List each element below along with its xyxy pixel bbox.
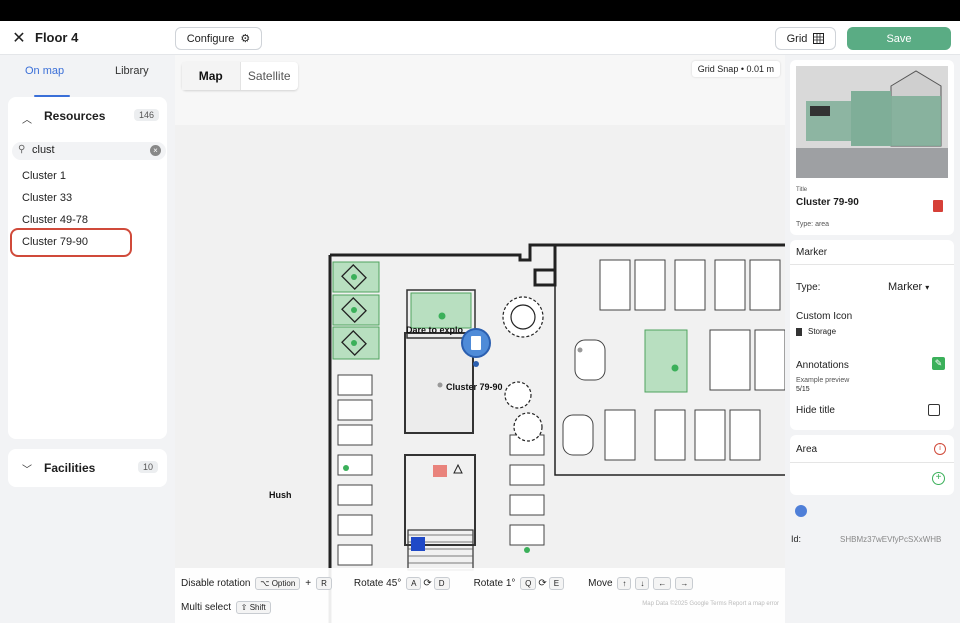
shortcut-move: Move xyxy=(588,578,613,589)
annotations-label: Annotations xyxy=(796,360,849,371)
configure-button[interactable]: Configure ⚙ xyxy=(175,27,262,50)
search-input[interactable]: ⚲ clust × xyxy=(12,142,166,160)
chevron-down-icon[interactable]: ﹀ xyxy=(22,461,32,476)
hide-title-label: Hide title xyxy=(796,405,835,416)
panel-tabs: On map Library xyxy=(8,65,168,97)
grid-snap-indicator[interactable]: Grid Snap • 0.01 m xyxy=(691,61,780,77)
arrow-down-icon: ↓ xyxy=(635,577,650,590)
arrow-left-icon: ← xyxy=(653,577,672,590)
title-label: Title xyxy=(796,187,808,193)
tab-on-map[interactable]: On map xyxy=(25,65,64,77)
close-icon[interactable]: ✕ xyxy=(10,30,28,48)
shortcut-multi-select: Multi select xyxy=(181,602,232,613)
toggle-map[interactable]: Map xyxy=(182,62,241,90)
save-button[interactable]: Save xyxy=(847,27,951,50)
custom-icon-label: Custom Icon xyxy=(796,311,853,322)
top-black-bar xyxy=(0,0,960,21)
arrow-right-icon: → xyxy=(675,577,694,590)
header-bar: ✕ Floor 4 Configure ⚙ Grid Save xyxy=(0,21,960,55)
info-icon[interactable]: i xyxy=(934,443,946,455)
id-value: SHBMz37wEVfyPcSXxWHB xyxy=(840,535,942,544)
floorplan-drawing xyxy=(175,125,785,623)
search-icon: ⚲ xyxy=(18,144,26,155)
add-icon[interactable]: + xyxy=(932,472,945,485)
shortcut-disable-rotation: Disable rotation xyxy=(181,578,251,589)
key-q: Q xyxy=(520,577,537,590)
rotate-icon: ⟳ xyxy=(423,578,432,589)
edit-icon[interactable]: ✎ xyxy=(932,357,945,370)
grid-label: Grid xyxy=(786,32,808,45)
grid-icon xyxy=(813,33,825,44)
map-label-hush[interactable]: Hush xyxy=(269,490,292,500)
shortcut-bar: Disable rotation ⌥ Option + R Rotate 45°… xyxy=(175,568,785,623)
shortcut-rotate1: Rotate 1° xyxy=(473,578,516,589)
id-label: Id: xyxy=(791,534,802,544)
chevron-up-icon[interactable]: ︿ xyxy=(22,111,32,126)
clear-search-icon[interactable]: × xyxy=(150,145,161,156)
key-a: A xyxy=(406,577,422,590)
rotate-small-icon: ⟳ xyxy=(538,578,547,589)
type-line: Type: area xyxy=(796,221,830,228)
bug-icon[interactable] xyxy=(795,505,807,517)
resource-photo xyxy=(796,66,948,178)
facilities-title[interactable]: Facilities xyxy=(44,461,95,475)
example-preview-label: Example preview xyxy=(796,377,850,384)
key-shift: ⇧ Shift xyxy=(235,601,271,614)
gear-icon: ⚙ xyxy=(240,33,251,45)
divider xyxy=(790,462,954,463)
page-title: Floor 4 xyxy=(35,30,79,45)
area-label: Area xyxy=(796,444,818,455)
grid-button[interactable]: Grid xyxy=(775,27,836,50)
marker-section-title: Marker xyxy=(796,247,828,258)
key-option: ⌥ Option xyxy=(255,577,301,590)
arrow-up-icon: ↑ xyxy=(617,577,632,590)
resources-title[interactable]: Resources xyxy=(44,109,105,123)
map-label-dare[interactable]: Dare to explo xyxy=(406,325,463,335)
floor-map[interactable]: Map Satellite Grid Snap • 0.01 m Dare to… xyxy=(175,55,785,623)
custom-icon-select[interactable]: Storage xyxy=(796,327,836,336)
facilities-card: ﹀ Facilities 10 xyxy=(8,449,167,487)
type-select-value: Marker xyxy=(888,281,923,293)
left-panel: On map Library ︿ Resources 146 ⚲ clust ×… xyxy=(0,55,175,623)
list-item[interactable]: Cluster 33 xyxy=(22,192,72,204)
key-r: R xyxy=(316,577,332,590)
shortcut-plus: + xyxy=(305,578,312,589)
area-card: Area i + xyxy=(790,435,954,495)
right-panel: Title Cluster 79-90 Type: area Marker Ty… xyxy=(785,55,960,623)
type-label: Type: xyxy=(796,282,821,293)
resources-count-badge: 146 xyxy=(134,109,160,121)
storage-icon xyxy=(796,327,802,336)
type-select[interactable]: Marker ▾ xyxy=(888,281,929,293)
shortcut-rotate45: Rotate 45° xyxy=(353,578,402,589)
toggle-satellite[interactable]: Satellite xyxy=(241,62,299,90)
tab-library[interactable]: Library xyxy=(115,65,149,77)
custom-icon-value: Storage xyxy=(808,327,837,336)
map-type-toggle: Map Satellite xyxy=(182,62,298,90)
key-d: D xyxy=(433,577,450,590)
selection-highlight xyxy=(10,228,132,257)
marker-card: Marker Type: Marker ▾ Custom Icon Storag… xyxy=(790,240,954,430)
list-item[interactable]: Cluster 49-78 xyxy=(22,214,88,226)
facilities-count-badge: 10 xyxy=(138,461,159,473)
list-item[interactable]: Cluster 1 xyxy=(22,170,66,182)
map-label-cluster[interactable]: Cluster 79-90 xyxy=(446,382,503,392)
caret-down-icon: ▾ xyxy=(925,283,930,292)
search-value: clust xyxy=(32,144,55,156)
title-value[interactable]: Cluster 79-90 xyxy=(796,197,859,208)
resource-card: Title Cluster 79-90 Type: area xyxy=(790,60,954,235)
trash-icon[interactable] xyxy=(933,200,943,212)
configure-label: Configure xyxy=(186,32,235,45)
preview-count: 5/15 xyxy=(796,386,810,393)
resources-card: ︿ Resources 146 ⚲ clust × xyxy=(8,97,167,439)
hide-title-checkbox[interactable] xyxy=(928,404,940,416)
key-e: E xyxy=(548,577,565,590)
map-attribution[interactable]: Map Data ©2025 Google Terms Report a map… xyxy=(642,601,779,607)
divider xyxy=(790,264,954,265)
